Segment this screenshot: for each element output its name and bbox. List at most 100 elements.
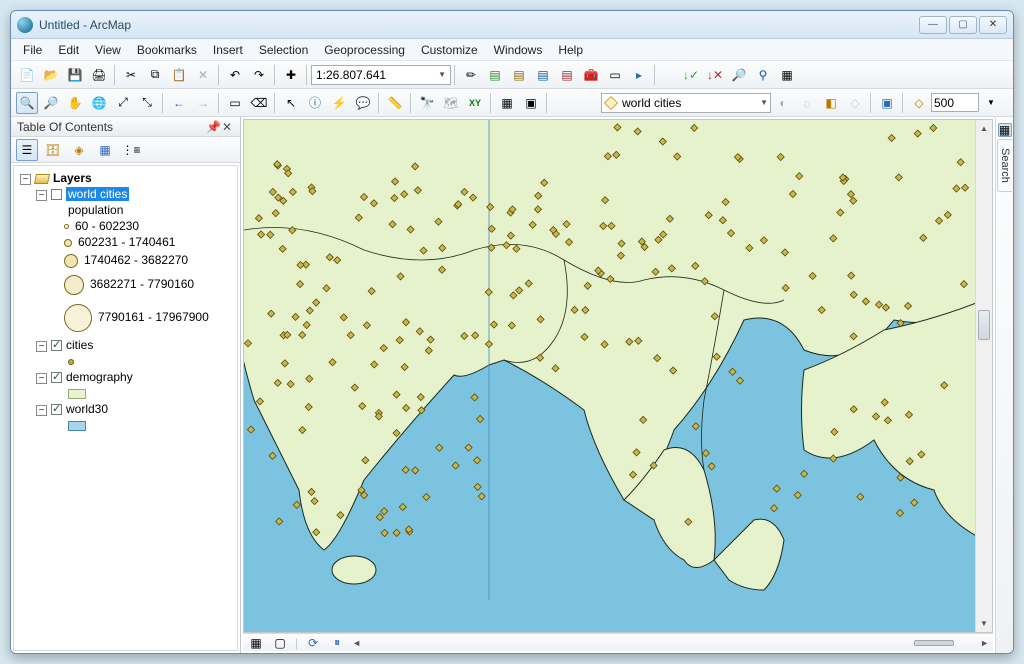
zoom-out-icon[interactable]: 🔎 [40, 92, 62, 114]
close-panel-icon[interactable]: ✕ [220, 120, 234, 134]
layer-demography[interactable]: −demography [20, 369, 231, 385]
copy-icon[interactable]: ⧉ [144, 64, 166, 86]
goto-xy-icon[interactable]: XY [464, 92, 486, 114]
minimize-button[interactable]: — [919, 16, 947, 34]
collapse-icon[interactable]: − [36, 405, 47, 416]
effects-bright-icon[interactable]: ☼ [796, 92, 818, 114]
open-icon[interactable]: 📂 [40, 64, 62, 86]
paste-icon[interactable]: 📋 [168, 64, 190, 86]
new-icon[interactable]: 📄 [16, 64, 38, 86]
menu-view[interactable]: View [87, 41, 129, 59]
identify-icon[interactable]: ⓘ [304, 92, 326, 114]
table2-icon[interactable]: ▤ [508, 64, 530, 86]
maximize-button[interactable]: ▢ [949, 16, 977, 34]
prev-extent-icon[interactable]: ← [168, 92, 190, 114]
layers-root[interactable]: −Layers [20, 170, 231, 186]
checkbox-checked[interactable] [51, 404, 62, 415]
add-data-icon[interactable]: ✚ [280, 64, 302, 86]
select-elements-icon[interactable]: ↖ [280, 92, 302, 114]
close-button[interactable]: ✕ [979, 16, 1007, 34]
hyperlink-icon[interactable]: ⚡ [328, 92, 350, 114]
fixed-zoom-out-icon[interactable]: ⤡ [136, 92, 158, 114]
collapse-icon[interactable]: − [20, 174, 31, 185]
map-display[interactable]: ▲ ▼ [243, 119, 993, 633]
dropdown-icon[interactable]: ▼ [980, 92, 1002, 114]
layer-cities[interactable]: −cities [20, 337, 231, 353]
vertical-scrollbar[interactable]: ▲ ▼ [975, 120, 992, 632]
table-icon[interactable]: ▤ [484, 64, 506, 86]
table4-icon[interactable]: ▤ [556, 64, 578, 86]
print-icon[interactable]: 🖨 [88, 64, 110, 86]
html-popup-icon[interactable]: 💬 [352, 92, 374, 114]
menu-help[interactable]: Help [550, 41, 591, 59]
refresh-icon[interactable]: ⟳ [305, 636, 321, 650]
toc-tree[interactable]: −Layers −world cities population 60 - 60… [13, 165, 238, 651]
checkbox-checked[interactable] [51, 372, 62, 383]
menu-customize[interactable]: Customize [413, 41, 486, 59]
scroll-down-icon[interactable]: ▼ [976, 615, 992, 632]
list-by-visibility-icon[interactable]: ◈ [68, 139, 90, 161]
scroll-up-icon[interactable]: ▲ [976, 120, 992, 137]
search-tab[interactable]: Search [997, 139, 1012, 192]
cut-icon[interactable]: ✂ [120, 64, 142, 86]
viewer-window-icon[interactable]: ▣ [520, 92, 542, 114]
layer-world-cities[interactable]: −world cities [20, 186, 231, 202]
list-by-source-icon[interactable]: 🗄 [42, 139, 64, 161]
scale-selector[interactable]: 1:26.807.641▼ [311, 65, 451, 85]
catalog-collapsed-icon[interactable]: ▦ [998, 123, 1012, 137]
georef-del-icon[interactable]: ↓✕ [704, 64, 726, 86]
globe-buffer-icon[interactable]: ◇ [908, 92, 930, 114]
find-route-icon[interactable]: 🗺 [440, 92, 462, 114]
clear-selection-icon[interactable]: ⌫ [248, 92, 270, 114]
collapse-icon[interactable]: − [36, 341, 47, 352]
layout-view-icon[interactable]: ▢ [272, 636, 288, 650]
layer-world30[interactable]: −world30 [20, 401, 231, 417]
options-icon[interactable]: ▦ [776, 64, 798, 86]
titlebar[interactable]: Untitled - ArcMap — ▢ ✕ [11, 11, 1013, 39]
hscroll-thumb[interactable] [914, 640, 954, 646]
undo-icon[interactable]: ↶ [224, 64, 246, 86]
menu-selection[interactable]: Selection [251, 41, 316, 59]
toc-header[interactable]: Table Of Contents 📌 ✕ [11, 117, 240, 137]
redo-icon[interactable]: ↷ [248, 64, 270, 86]
effects-flicker-icon[interactable]: ◇ [844, 92, 866, 114]
pause-icon[interactable]: ⏸ [329, 636, 345, 650]
save-icon[interactable]: 💾 [64, 64, 86, 86]
find-icon[interactable]: 🔎 [728, 64, 750, 86]
full-extent-icon[interactable]: 🌐 [88, 92, 110, 114]
fixed-zoom-in-icon[interactable]: ⤢ [112, 92, 134, 114]
menu-insert[interactable]: Insert [205, 41, 251, 59]
table3-icon[interactable]: ▤ [532, 64, 554, 86]
select-features-icon[interactable]: ▭ [224, 92, 246, 114]
menu-edit[interactable]: Edit [50, 41, 87, 59]
buffer-distance-input[interactable]: 500 [931, 93, 979, 112]
find-tool-icon[interactable]: 🔭 [416, 92, 438, 114]
menu-file[interactable]: File [15, 41, 50, 59]
next-extent-icon[interactable]: → [192, 92, 214, 114]
pan-icon[interactable]: ✋ [64, 92, 86, 114]
data-view-icon[interactable]: ▦ [248, 636, 264, 650]
checkbox-unchecked[interactable] [51, 189, 62, 200]
list-by-drawing-order-icon[interactable]: ☰ [16, 139, 38, 161]
menu-geoprocessing[interactable]: Geoprocessing [316, 41, 413, 59]
georef-add-icon[interactable]: ↓✓ [680, 64, 702, 86]
editor-toolbar-icon[interactable]: ✏ [460, 64, 482, 86]
time-slider-icon[interactable]: ▦ [496, 92, 518, 114]
key-icon[interactable]: ⚲ [752, 64, 774, 86]
python-icon[interactable]: ▭ [604, 64, 626, 86]
menu-bookmarks[interactable]: Bookmarks [129, 41, 205, 59]
toolbox-icon[interactable]: 🧰 [580, 64, 602, 86]
layer-selector[interactable]: world cities ▼ [601, 93, 771, 113]
delete-icon[interactable]: ✕ [192, 64, 214, 86]
collapse-icon[interactable]: − [36, 190, 47, 201]
menu-windows[interactable]: Windows [486, 41, 551, 59]
modelbuilder-icon[interactable]: ▸ [628, 64, 650, 86]
zoom-in-icon[interactable]: 🔍 [16, 92, 38, 114]
effects-play-icon[interactable]: ◐ [772, 92, 794, 114]
buffer-wizard-icon[interactable]: ▣ [876, 92, 898, 114]
scroll-thumb[interactable] [978, 310, 990, 340]
checkbox-checked[interactable] [51, 340, 62, 351]
effects-swipe-icon[interactable]: ◧ [820, 92, 842, 114]
pin-icon[interactable]: 📌 [206, 120, 220, 134]
list-by-selection-icon[interactable]: ▦ [94, 139, 116, 161]
